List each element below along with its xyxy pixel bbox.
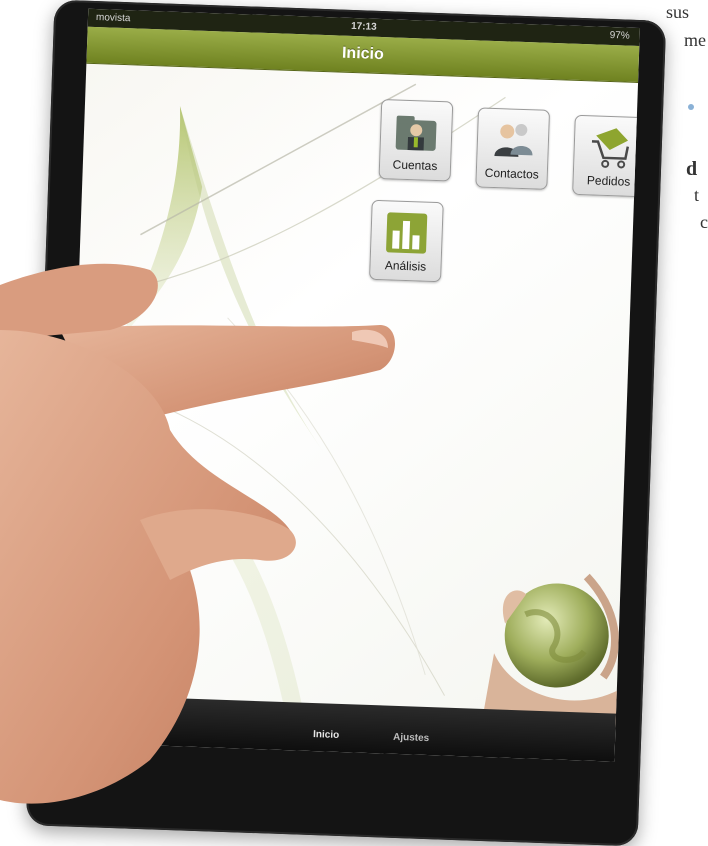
hand-image — [0, 263, 395, 804]
